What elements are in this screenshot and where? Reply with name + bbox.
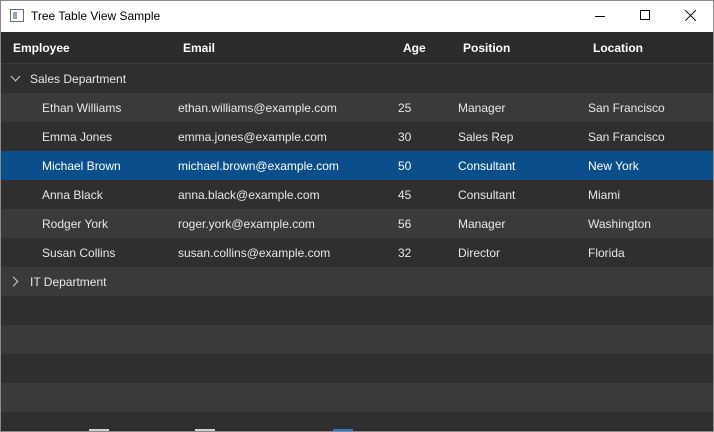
empty-row (1, 383, 713, 412)
close-icon (684, 9, 697, 22)
table-row[interactable]: Anna Black anna.black@example.com 45 Con… (1, 180, 713, 209)
cell-employee: Emma Jones (42, 130, 113, 144)
table-row-selected[interactable]: Michael Brown michael.brown@example.com … (1, 151, 713, 180)
cell-location: San Francisco (588, 101, 665, 115)
table-row[interactable]: Susan Collins susan.collins@example.com … (1, 238, 713, 267)
minimize-button[interactable] (577, 1, 623, 32)
cell-email: ethan.williams@example.com (178, 101, 337, 115)
group-row-sales-department[interactable]: Sales Department (1, 64, 713, 93)
column-header-position[interactable]: Position (463, 41, 510, 55)
table-header: Employee Email Age Position Location (1, 32, 713, 64)
cell-position: Manager (458, 217, 506, 231)
cell-email: emma.jones@example.com (178, 130, 327, 144)
group-row-it-department[interactable]: IT Department (1, 267, 713, 296)
cell-location: Miami (588, 188, 620, 202)
table-row[interactable]: Emma Jones emma.jones@example.com 30 Sal… (1, 122, 713, 151)
cell-location: San Francisco (588, 130, 665, 144)
chevron-right-icon[interactable] (10, 276, 21, 287)
cell-position: Director (458, 246, 501, 260)
cell-email: michael.brown@example.com (178, 159, 339, 173)
cell-age: 56 (398, 217, 412, 231)
cell-email: susan.collins@example.com (178, 246, 331, 260)
cell-age: 50 (398, 159, 412, 173)
cell-position: Consultant (458, 188, 516, 202)
table-row[interactable]: Ethan Williams ethan.williams@example.co… (1, 93, 713, 122)
empty-row (1, 325, 713, 354)
empty-row (1, 296, 713, 325)
group-label: IT Department (30, 275, 107, 289)
column-header-employee[interactable]: Employee (13, 41, 70, 55)
maximize-icon (640, 10, 650, 20)
cell-employee: Susan Collins (42, 246, 116, 260)
cell-age: 25 (398, 101, 412, 115)
column-header-location[interactable]: Location (593, 41, 643, 55)
title-bar[interactable]: Tree Table View Sample (1, 1, 713, 32)
cell-age: 30 (398, 130, 412, 144)
cell-employee: Michael Brown (42, 159, 121, 173)
column-header-email[interactable]: Email (183, 41, 215, 55)
cell-position: Manager (458, 101, 506, 115)
cell-location: New York (588, 159, 639, 173)
close-button[interactable] (667, 1, 713, 32)
cell-employee: Anna Black (42, 188, 103, 202)
app-window-icon (10, 9, 24, 22)
table-row[interactable]: Rodger York roger.york@example.com 56 Ma… (1, 209, 713, 238)
minimize-icon (595, 16, 605, 17)
empty-row (1, 354, 713, 383)
cell-location: Florida (588, 246, 625, 260)
cell-employee: Rodger York (42, 217, 109, 231)
app-window: Tree Table View Sample Employee Email Ag… (0, 0, 714, 432)
tree-table-body: Sales Department Ethan Williams ethan.wi… (1, 64, 713, 431)
cell-age: 45 (398, 188, 412, 202)
column-header-age[interactable]: Age (403, 41, 426, 55)
cell-location: Washington (588, 217, 651, 231)
cell-position: Consultant (458, 159, 516, 173)
maximize-button[interactable] (622, 1, 668, 32)
group-label: Sales Department (30, 72, 127, 86)
cell-employee: Ethan Williams (42, 101, 122, 115)
window-title: Tree Table View Sample (31, 9, 161, 23)
cell-email: anna.black@example.com (178, 188, 320, 202)
cell-email: roger.york@example.com (178, 217, 315, 231)
cell-position: Sales Rep (458, 130, 514, 144)
chevron-down-icon[interactable] (10, 73, 21, 84)
cell-age: 32 (398, 246, 412, 260)
